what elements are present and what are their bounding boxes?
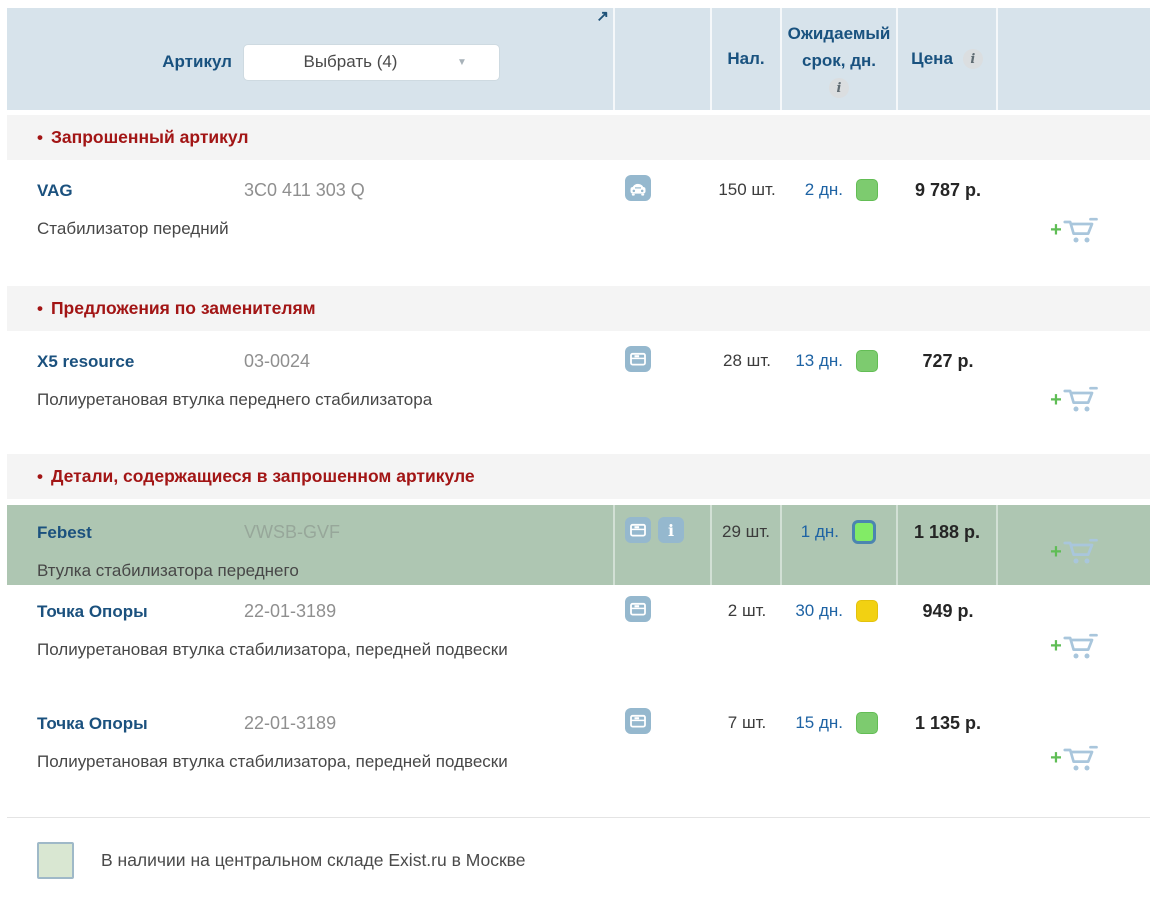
offers-page: ↗ Артикул Выбрать (4) ▼ Нал. Ожидаемый с… — [0, 0, 1162, 879]
quantity: 150 шт. — [712, 160, 782, 286]
stock-status-indicator — [852, 520, 876, 544]
price: 9 787 р. — [898, 160, 998, 286]
add-to-cart-button[interactable]: + — [1050, 595, 1098, 697]
part-description: Полиуретановая втулка стабилизатора, пер… — [37, 745, 515, 778]
cart-icon — [1063, 386, 1098, 413]
icons-header-cell — [615, 8, 712, 110]
expand-arrow-icon[interactable]: ↗ — [596, 9, 609, 24]
legend-text: В наличии на центральном складе Exist.ru… — [101, 850, 526, 871]
price-header-cell: Цена i — [898, 8, 998, 110]
brand-link[interactable]: Точка Опоры — [37, 712, 244, 736]
part-description: Полиуретановая втулка переднего стабилиз… — [37, 383, 515, 416]
stock-status-indicator — [856, 712, 878, 734]
brand-link[interactable]: X5 resource — [37, 350, 244, 374]
section-header-substitutes: • Предложения по заменителям — [7, 286, 1150, 331]
section-header-contained-parts: • Детали, содержащиеся в запрошенном арт… — [7, 454, 1150, 499]
price: 1 135 р. — [898, 697, 998, 809]
cart-header-cell — [998, 8, 1150, 110]
stock-status-indicator — [856, 600, 878, 622]
storage-box-icon[interactable] — [625, 517, 651, 543]
article-number: 22-01-3189 — [244, 711, 336, 735]
price: 727 р. — [898, 331, 998, 454]
legend: В наличии на центральном складе Exist.ru… — [7, 818, 1150, 879]
term-link[interactable]: 30 дн. — [795, 599, 843, 623]
availability-column-label: Нал. — [727, 49, 764, 69]
section-title: Предложения по заменителям — [51, 298, 316, 319]
article-header-cell: ↗ Артикул Выбрать (4) ▼ — [7, 8, 615, 110]
brand-link[interactable]: Точка Опоры — [37, 600, 244, 624]
cart-icon — [1063, 538, 1098, 565]
part-description: Втулка стабилизатора переднего — [37, 554, 515, 587]
bullet-icon: • — [37, 299, 43, 319]
plus-icon: + — [1050, 390, 1062, 410]
central-warehouse-swatch — [37, 842, 74, 879]
storage-box-icon[interactable] — [625, 346, 651, 372]
part-row: X5 resource 03-0024 Полиуретановая втулк… — [7, 331, 1150, 454]
part-row: Точка Опоры 22-01-3189 Полиуретановая вт… — [7, 697, 1150, 809]
article-filter-dropdown[interactable]: Выбрать (4) ▼ — [244, 45, 499, 80]
term-link[interactable]: 15 дн. — [795, 711, 843, 735]
bullet-icon: • — [37, 128, 43, 148]
price: 1 188 р. — [898, 505, 998, 587]
part-description: Стабилизатор передний — [37, 212, 515, 245]
info-icon[interactable]: i — [658, 517, 684, 543]
part-description: Полиуретановая втулка стабилизатора, пер… — [37, 633, 515, 666]
term-link[interactable]: 2 дн. — [805, 178, 843, 202]
expected-term-label-line2: срок, дн. — [802, 47, 876, 74]
quantity: 28 шт. — [712, 331, 782, 454]
offers-table: ↗ Артикул Выбрать (4) ▼ Нал. Ожидаемый с… — [7, 8, 1150, 879]
storage-box-icon[interactable] — [625, 596, 651, 622]
info-icon[interactable]: i — [963, 49, 983, 69]
info-icon[interactable]: i — [829, 78, 849, 98]
article-column-label: Артикул — [157, 52, 232, 72]
table-header: ↗ Артикул Выбрать (4) ▼ Нал. Ожидаемый с… — [7, 8, 1150, 110]
availability-header-cell: Нал. — [712, 8, 782, 110]
expected-term-label-line1: Ожидаемый — [788, 20, 891, 47]
section-header-requested-article: • Запрошенный артикул — [7, 115, 1150, 160]
add-to-cart-button[interactable]: + — [1050, 174, 1098, 286]
add-to-cart-button[interactable]: + — [1050, 707, 1098, 809]
cart-icon — [1063, 745, 1098, 772]
article-number: 22-01-3189 — [244, 599, 336, 623]
term-link[interactable]: 13 дн. — [795, 349, 843, 373]
section-title: Детали, содержащиеся в запрошенном артик… — [51, 466, 475, 487]
stock-status-indicator — [856, 350, 878, 372]
chevron-down-icon: ▼ — [457, 57, 499, 68]
quantity: 2 шт. — [712, 585, 782, 697]
add-to-cart-button[interactable]: + — [1050, 345, 1098, 454]
price-column-label: Цена — [911, 49, 953, 69]
stock-status-indicator — [856, 179, 878, 201]
plus-icon: + — [1050, 636, 1062, 656]
car-icon[interactable] — [625, 175, 651, 201]
cart-icon — [1063, 217, 1098, 244]
bullet-icon: • — [37, 467, 43, 487]
quantity: 7 шт. — [712, 697, 782, 809]
expected-term-header-cell: Ожидаемый срок, дн. i — [782, 8, 898, 110]
part-row: Точка Опоры 22-01-3189 Полиуретановая вт… — [7, 585, 1150, 697]
brand-link[interactable]: Febest — [37, 521, 244, 545]
add-to-cart-button[interactable]: + — [1050, 516, 1098, 587]
cart-icon — [1063, 633, 1098, 660]
brand-link[interactable]: VAG — [37, 179, 244, 203]
article-number: 03-0024 — [244, 349, 310, 373]
part-row-highlighted: Febest VWSB-GVF Втулка стабилизатора пер… — [7, 505, 1150, 585]
plus-icon: + — [1050, 748, 1062, 768]
term-link[interactable]: 1 дн. — [801, 520, 839, 544]
svg-text:i: i — [668, 521, 674, 540]
dropdown-value: Выбрать (4) — [244, 52, 457, 72]
section-title: Запрошенный артикул — [51, 127, 249, 148]
quantity: 29 шт. — [712, 505, 782, 587]
article-number: VWSB-GVF — [244, 520, 340, 544]
price: 949 р. — [898, 585, 998, 697]
article-number: 3C0 411 303 Q — [244, 178, 365, 202]
plus-icon: + — [1050, 542, 1062, 562]
storage-box-icon[interactable] — [625, 708, 651, 734]
plus-icon: + — [1050, 220, 1062, 240]
part-row: VAG 3C0 411 303 Q Стабилизатор передний … — [7, 160, 1150, 286]
